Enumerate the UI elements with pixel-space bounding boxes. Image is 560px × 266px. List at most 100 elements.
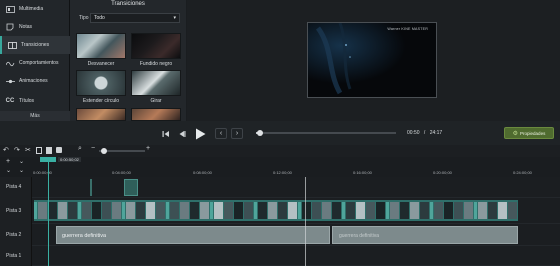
video-preview[interactable]: Warner KINE MASTER	[307, 22, 437, 98]
video-frame-thumb	[122, 202, 125, 219]
video-frame-thumb	[224, 202, 233, 219]
sidebar-item-animations[interactable]: Animaciones	[0, 72, 70, 90]
sidebar-item-label: Comportamientos	[19, 60, 59, 66]
sidebar-item-label: Transiciones	[21, 42, 50, 48]
track-4[interactable]	[32, 177, 560, 198]
sidebar-item-notes[interactable]: Notas	[0, 18, 70, 36]
ruler-label: 0:24:00;00	[513, 170, 532, 175]
split-icon[interactable]	[56, 147, 62, 153]
filter-value: Todo	[94, 15, 105, 21]
preview-frame	[308, 23, 436, 97]
step-back-icon[interactable]	[176, 128, 188, 140]
zoom-icon[interactable]: ⌕	[78, 145, 82, 153]
video-frame-thumb	[508, 202, 517, 219]
chevron-down-icon[interactable]: ⌄	[6, 167, 11, 174]
timecode: 00:50 / 24:17	[407, 130, 442, 136]
transition-thumb-girar[interactable]	[131, 70, 181, 96]
next-frame-button[interactable]: ›	[231, 128, 243, 139]
video-clip[interactable]	[124, 179, 138, 196]
more-button[interactable]: Más	[0, 111, 70, 121]
transition-thumb-desvanecer[interactable]	[76, 33, 126, 59]
transition-label: Fundido negro	[139, 61, 173, 67]
track-3[interactable]	[32, 198, 560, 224]
transition-thumb[interactable]	[76, 108, 126, 121]
video-frame-thumb	[488, 202, 497, 219]
play-button[interactable]	[193, 126, 208, 141]
audio-clip[interactable]: guerrera definitiva	[56, 226, 330, 244]
notes-icon	[5, 23, 15, 31]
playhead-handle[interactable]	[40, 157, 56, 162]
chevron-right-icon: ›	[235, 130, 239, 137]
timeline-toolbar: ↶ ↷ ✂ ⌕ − +	[0, 145, 560, 157]
transition-thumb[interactable]	[131, 108, 181, 121]
audio-clip[interactable]: guerrera definitiva	[332, 226, 518, 244]
video-frame-thumb	[454, 202, 463, 219]
filter-select[interactable]: Todo ▾	[90, 13, 180, 23]
video-frame-thumb	[298, 202, 301, 219]
sidebar: Multimedia Notas Transiciones Comportami…	[0, 0, 70, 121]
sidebar-item-titles[interactable]: CC Títulos	[0, 92, 70, 110]
zoom-in-icon[interactable]: +	[146, 145, 150, 152]
cut-icon[interactable]: ✂	[25, 146, 31, 154]
copy-icon[interactable]	[36, 147, 42, 154]
track-2[interactable]: guerrera definitiva guerrera definitiva	[32, 224, 560, 246]
video-frame-thumb	[420, 202, 429, 219]
undo-icon[interactable]: ↶	[3, 146, 9, 154]
video-frame-thumb	[244, 202, 253, 219]
ruler-label: 0:04:00;00	[112, 170, 131, 175]
behaviors-icon	[5, 59, 15, 67]
sidebar-item-label: Notas	[19, 24, 33, 30]
video-frame-thumb	[112, 202, 121, 219]
transition-label: Estender círculo	[82, 98, 120, 104]
track-label-3: Pista 3	[0, 198, 32, 224]
video-frame-thumb	[400, 202, 409, 219]
animations-icon	[5, 77, 15, 85]
transition-label: Desvanecer	[87, 61, 115, 67]
transitions-panel: Transiciones Tipo Todo ▾ Desvanecer Fund…	[70, 0, 186, 121]
sidebar-item-multimedia[interactable]: Multimedia	[0, 0, 70, 18]
previous-frame-button[interactable]: ‹	[215, 128, 227, 139]
ruler-label: 0:16:00;00	[353, 170, 372, 175]
playhead-line[interactable]	[48, 157, 49, 266]
track-1[interactable]	[32, 246, 560, 266]
zoom-slider-handle[interactable]	[101, 148, 107, 154]
ruler-label: 0:12:00;00	[273, 170, 292, 175]
video-frame-thumb	[156, 202, 165, 219]
transitions-icon	[7, 41, 17, 49]
media-icon	[5, 5, 15, 13]
chevron-down-icon[interactable]: ⌄	[19, 167, 24, 174]
video-frame-thumb	[478, 202, 487, 219]
video-frame-thumb	[390, 202, 399, 219]
video-frame-thumb	[288, 202, 297, 219]
video-frame-thumb	[34, 202, 37, 219]
progress-track[interactable]	[256, 132, 396, 134]
paste-icon[interactable]	[46, 147, 52, 154]
properties-button[interactable]: ⚙ Propiedades	[504, 127, 554, 139]
transition-label: Girar	[150, 98, 162, 104]
video-frame-thumb	[410, 202, 419, 219]
collapse-icon[interactable]: ⌄	[19, 158, 24, 165]
video-frame-thumb	[48, 202, 57, 219]
video-frame-thumb	[254, 202, 257, 219]
redo-icon[interactable]: ↷	[14, 146, 20, 154]
video-frame-thumb	[302, 202, 311, 219]
panel-title: Transiciones	[111, 1, 145, 7]
timecode-current: 00:50	[407, 130, 420, 136]
timecode-total: 24:17	[429, 130, 443, 136]
transition-thumb-estender-circulo[interactable]	[76, 70, 126, 96]
video-frame-thumb	[214, 202, 223, 219]
playhead-time: 0:00:50;02	[58, 157, 81, 162]
video-frame-thumb	[430, 202, 433, 219]
video-frame-thumb	[136, 202, 145, 219]
sidebar-item-behaviors[interactable]: Comportamientos	[0, 54, 70, 72]
clip-marker[interactable]	[90, 179, 92, 196]
transition-thumb-fundido-negro[interactable]	[131, 33, 181, 59]
video-frame-thumb	[376, 202, 385, 219]
video-frame-thumb	[234, 202, 243, 219]
sidebar-item-transitions[interactable]: Transiciones	[0, 36, 70, 54]
skip-back-icon[interactable]	[160, 128, 172, 140]
zoom-out-icon[interactable]: −	[91, 145, 95, 152]
chevron-left-icon: ‹	[219, 130, 223, 137]
video-clip-strip[interactable]	[34, 200, 518, 221]
add-track-icon[interactable]: +	[6, 158, 10, 165]
